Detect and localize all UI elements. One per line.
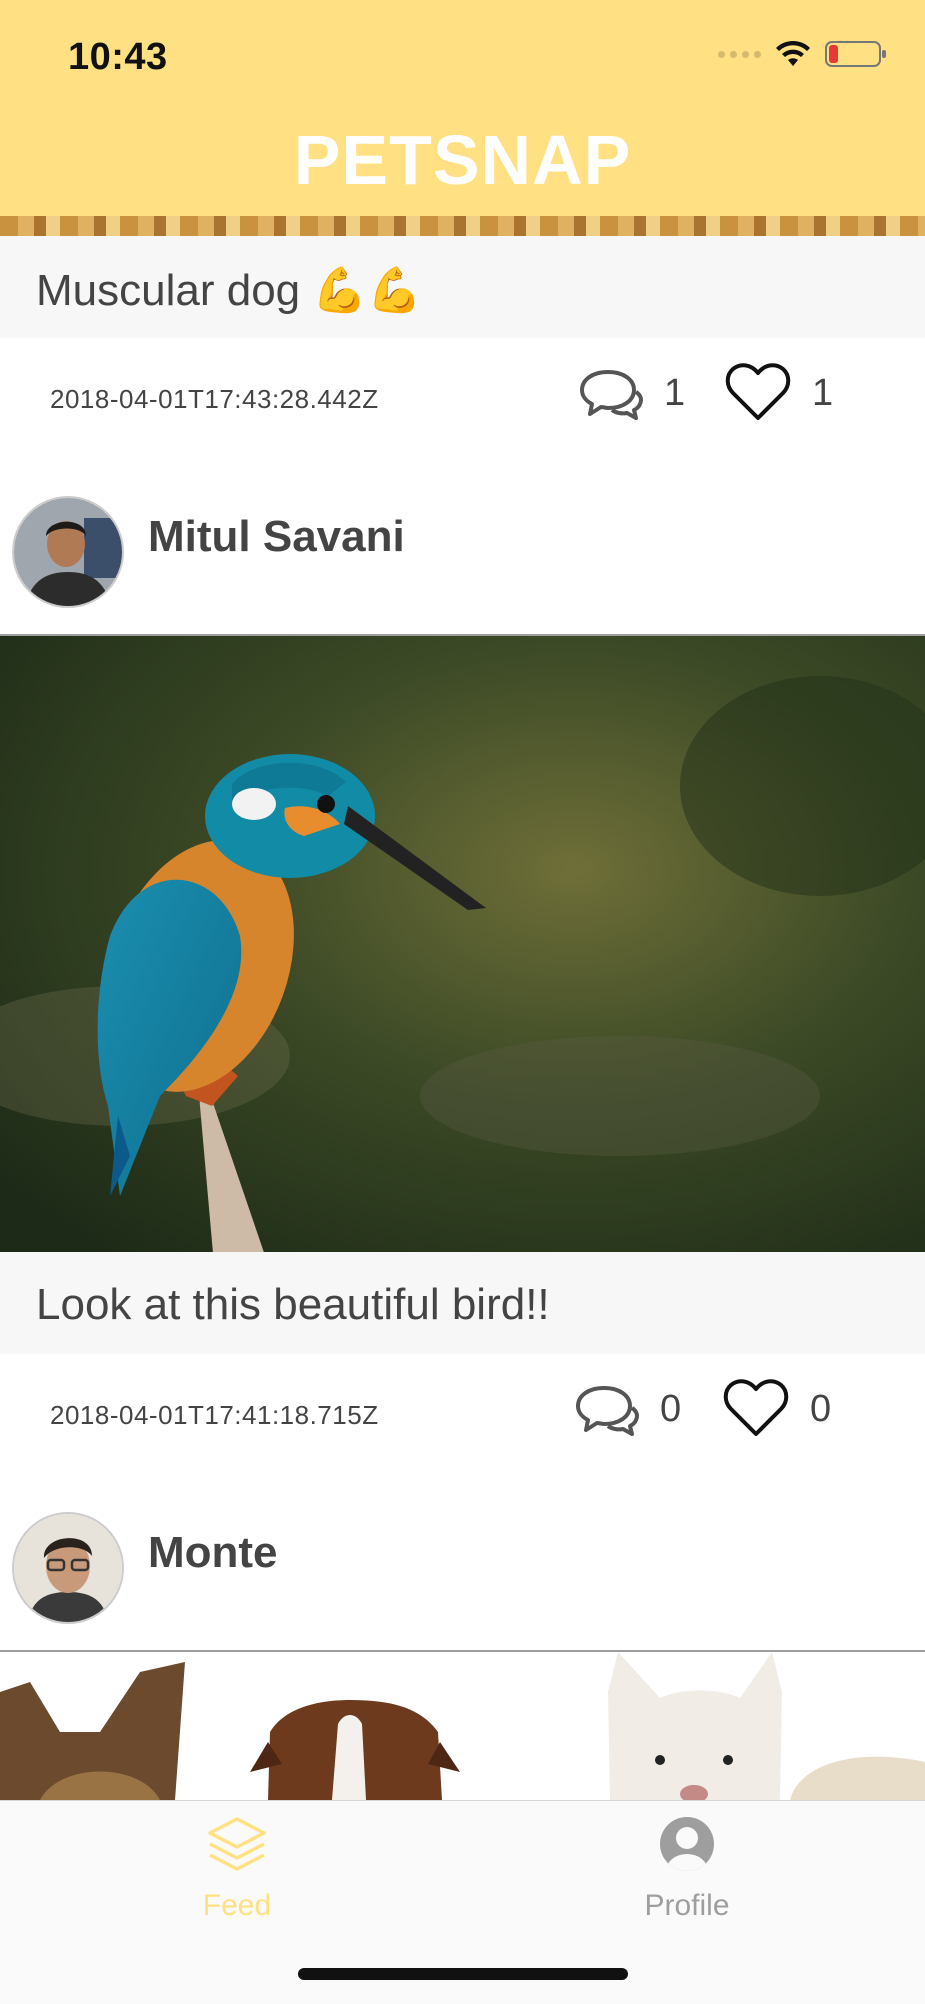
tab-feed[interactable]: Feed [87,1815,387,1925]
heart-icon[interactable] [725,362,791,424]
post-meta: 2018-04-01T17:41:18.715Z 0 0 [0,1362,925,1472]
photo-partial [0,216,925,236]
comment-count: 0 [660,1388,682,1430]
post-caption: Muscular dog 💪💪 [0,236,925,338]
avatar[interactable] [12,1512,124,1624]
app-title: PETSNAP [293,121,632,199]
layers-icon [208,1817,266,1871]
like-count: 1 [812,372,834,414]
post-author[interactable]: Monte [0,1502,925,1652]
author-name[interactable]: Monte [148,1528,278,1578]
tab-label: Profile [644,1889,730,1922]
cellular-signal-icon [718,50,761,58]
app-header: 10:43 PETSNAP [0,0,925,216]
tab-label: Feed [202,1889,272,1922]
post-photo[interactable] [0,1652,925,1800]
status-time: 10:43 [68,36,168,78]
post-timestamp: 2018-04-01T17:41:18.715Z [50,1400,379,1430]
battery-icon [825,41,886,67]
user-circle-icon [660,1817,714,1871]
comment-icon[interactable] [574,1382,640,1438]
tab-profile[interactable]: Profile [537,1815,837,1925]
like-count: 0 [810,1388,832,1430]
comment-count: 1 [664,372,686,414]
post-caption-text: Look at this beautiful bird!! [36,1280,550,1329]
post-meta: 2018-04-01T17:43:28.442Z 1 1 [0,346,925,456]
post-timestamp: 2018-04-01T17:43:28.442Z [50,384,379,414]
post-photo[interactable] [0,636,925,1252]
status-icons [718,40,887,68]
post-caption: Look at this beautiful bird!! [0,1252,925,1354]
wifi-icon [776,40,810,66]
comment-icon[interactable] [578,366,644,422]
author-name[interactable]: Mitul Savani [148,512,405,562]
post-author[interactable]: Mitul Savani [0,486,925,636]
home-indicator[interactable] [298,1968,628,1980]
post-caption-text: Muscular dog 💪💪 [36,266,422,315]
heart-icon[interactable] [723,1378,789,1440]
avatar[interactable] [12,496,124,608]
